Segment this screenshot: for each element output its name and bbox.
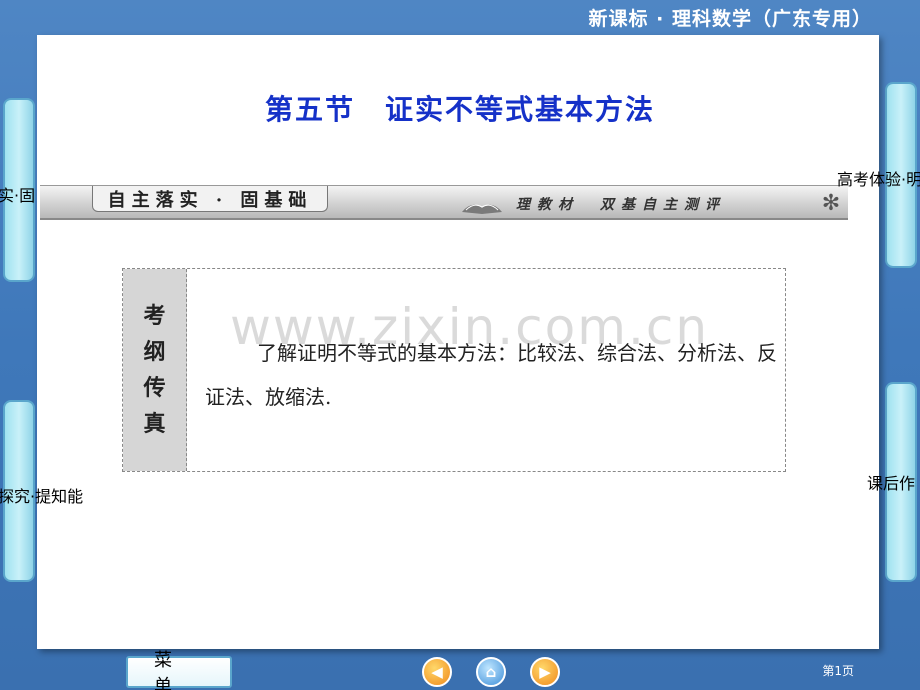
snowflake-icon: ✻	[821, 191, 841, 216]
right-tab-lower-label[interactable]: 课后作	[867, 470, 915, 494]
previous-button[interactable]: ◀	[422, 657, 452, 687]
header-title: 新课标 · 理科数学（广东专用）	[588, 8, 872, 30]
syllabus-text: 了解证明不等式的基本方法：比较法、综合法、分析法、反证法、放缩法.	[205, 341, 777, 409]
page-number: 第1页	[822, 664, 854, 678]
book-icon	[462, 204, 502, 214]
left-tab-upper-label[interactable]: 落实·固	[0, 182, 35, 206]
home-button[interactable]: ⌂	[476, 657, 506, 687]
section-title: 第五节 证实不等式基本方法	[264, 93, 655, 126]
side-char-4: 真	[143, 411, 166, 437]
banner-right-label: 理教材 双基自主测评	[516, 197, 726, 213]
left-tab-lower-label[interactable]: 探究·提知能	[0, 483, 83, 507]
next-button[interactable]: ▶	[530, 657, 560, 687]
right-tab-upper-label[interactable]: 高考体验·明	[837, 166, 920, 190]
banner-left-label[interactable]: 自主落实 · 固基础	[92, 186, 328, 212]
home-icon: ⌂	[485, 663, 497, 681]
side-char-1: 考	[143, 303, 166, 329]
menu-button[interactable]: 菜单	[126, 650, 232, 690]
arrow-right-icon: ▶	[539, 663, 551, 681]
syllabus-box: 考 纲 传 真 了解证明不等式的基本方法：比较法、综合法、分析法、反证法、放缩法…	[122, 268, 786, 472]
syllabus-side-label: 考 纲 传 真	[123, 269, 187, 471]
side-char-2: 纲	[143, 339, 166, 365]
side-char-3: 传	[143, 375, 166, 401]
arrow-left-icon: ◀	[431, 663, 443, 681]
section-banner: 自主落实 · 固基础 理教材 双基自主测评 ✻	[40, 185, 848, 220]
